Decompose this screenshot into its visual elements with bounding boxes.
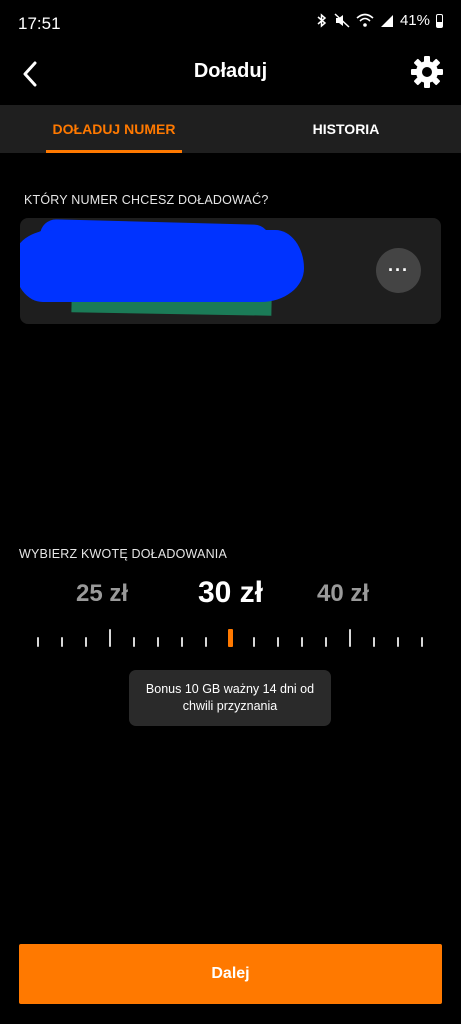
amount-option-25[interactable]: 25 zł — [62, 580, 142, 608]
status-time: 17:51 — [18, 14, 61, 33]
slider-major-tick — [109, 629, 111, 647]
more-options-button[interactable]: ··· — [376, 248, 421, 293]
bonus-info: Bonus 10 GB ważny 14 dni od chwili przyz… — [129, 670, 331, 726]
slider-tick — [421, 637, 423, 647]
gear-icon — [411, 56, 443, 88]
slider-tick — [205, 637, 207, 647]
page-title: Doładuj — [193, 60, 268, 82]
slider-tick — [253, 637, 255, 647]
slider-tick — [133, 637, 135, 647]
slider-major-tick — [349, 629, 351, 647]
slider-tick — [37, 637, 39, 647]
status-bar: 17:51 41% — [0, 0, 461, 50]
status-icons: 41% — [316, 12, 443, 29]
slider-tick — [325, 637, 327, 647]
tab-recharge-number[interactable]: DOŁADUJ NUMER — [46, 105, 182, 153]
bluetooth-icon — [317, 13, 327, 28]
tab-history[interactable]: HISTORIA — [300, 105, 392, 153]
app-header: Doładuj — [0, 50, 461, 105]
amount-option-30-selected[interactable]: 30 zł — [180, 576, 281, 610]
slider-tick — [373, 637, 375, 647]
tab-bar: DOŁADUJ NUMER HISTORIA — [0, 105, 461, 153]
signal-icon — [380, 14, 393, 27]
phone-number-card[interactable]: ··· — [20, 218, 441, 324]
slider-tick — [397, 637, 399, 647]
next-button[interactable]: Dalej — [19, 944, 442, 1004]
slider-tick — [157, 637, 159, 647]
slider-tick — [301, 637, 303, 647]
battery-icon — [436, 13, 443, 28]
number-section-label: KTÓRY NUMER CHCESZ DOŁADOWAĆ? — [24, 193, 269, 207]
battery-percent: 41% — [399, 12, 430, 29]
amount-slider[interactable] — [0, 625, 461, 655]
slider-selected-marker — [228, 629, 233, 647]
amount-section-label: WYBIERZ KWOTĘ DOŁADOWANIA — [19, 547, 228, 561]
mute-vibrate-icon — [334, 13, 350, 28]
bonus-text: Bonus 10 GB ważny 14 dni od chwili przyz… — [145, 682, 315, 713]
slider-tick — [61, 637, 63, 647]
slider-tick — [277, 637, 279, 647]
slider-tick — [85, 637, 87, 647]
amount-option-40[interactable]: 40 zł — [302, 580, 384, 608]
settings-button[interactable] — [409, 54, 445, 90]
ellipsis-icon: ··· — [388, 260, 409, 280]
redaction-mark — [20, 230, 304, 302]
slider-tick — [181, 637, 183, 647]
wifi-icon — [356, 13, 374, 27]
